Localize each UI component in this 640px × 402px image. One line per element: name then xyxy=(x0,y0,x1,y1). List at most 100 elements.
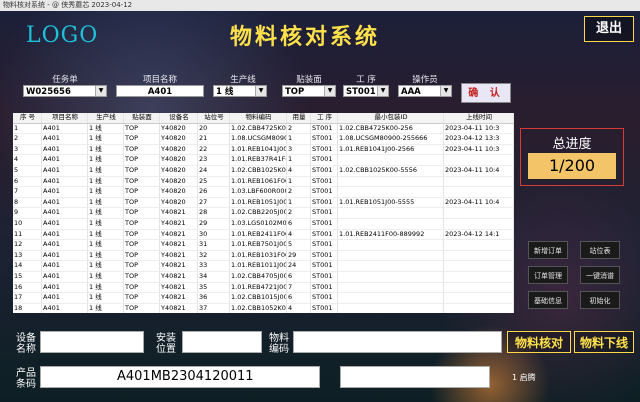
table-cell: 1.01.REB2411F00-889992 xyxy=(338,229,444,240)
table-cell: TOP xyxy=(124,229,160,240)
table-row[interactable]: 1 A401 1 线 TOP Y40820 20 1.02.CBB4725K00 2 ST001… xyxy=(13,123,514,135)
table-cell: ST001 xyxy=(311,165,338,176)
table-cell: 1 线 xyxy=(88,123,124,134)
product-code-input[interactable]: A401MB2304120011 xyxy=(40,366,320,388)
table-row[interactable]: 9 A401 1 线 TOP Y40821 28 1.02.CBB2205J00 2 ST001 xyxy=(13,208,514,219)
table-cell: ST001 xyxy=(311,187,338,197)
one-key-clear-button[interactable]: 一键消谱 xyxy=(580,266,620,284)
table-cell: 34 xyxy=(198,271,230,282)
line-select[interactable]: 1 线 ▼ xyxy=(213,85,267,97)
table-cell: 1 xyxy=(13,123,42,134)
table-cell: 1.03.LGS0102M00 xyxy=(231,218,287,229)
column-header[interactable]: 最小包装ID xyxy=(338,113,444,123)
table-cell: Y40821 xyxy=(160,282,198,293)
table-row[interactable]: 3 A401 1 线 TOP Y40820 22 1.01.REB1041J00 3 ST001… xyxy=(13,144,514,156)
table-cell: A401 xyxy=(42,197,88,208)
table-cell: 2023-04-11 10:4 xyxy=(444,165,514,176)
window-title: 物料核对系统 - @ 侠秀蘑芯 2023-04-12 xyxy=(3,1,133,9)
table-row[interactable]: 18 A401 1 线 TOP Y40821 37 1.02.CBB1052K00 4 ST00… xyxy=(13,303,514,313)
table-cell: 1 xyxy=(287,155,311,165)
table-cell: A401 xyxy=(42,208,88,218)
device-name-label: 设备 名称 xyxy=(16,333,36,355)
table-cell: Y40821 xyxy=(160,271,198,282)
table-row[interactable]: 4 A401 1 线 TOP Y40820 23 1.01.REB37R41F0 1 ST001 xyxy=(13,155,514,166)
table-cell: Y40820 xyxy=(160,176,198,187)
table-row[interactable]: 12 A401 1 线 TOP Y40821 31 1.01.REB7501J00 5 ST00… xyxy=(13,240,514,251)
table-row[interactable]: 6 A401 1 线 TOP Y40820 25 1.01.REB1061F00 1 ST001 xyxy=(13,176,514,188)
table-cell: 1 线 xyxy=(88,282,124,293)
table-row[interactable]: 16 A401 1 线 TOP Y40821 35 1.01.REB4721J00 7 ST00… xyxy=(13,282,514,294)
confirm-button[interactable]: 确 认 xyxy=(461,83,511,103)
table-cell: ST001 xyxy=(311,282,338,293)
table-row[interactable]: 10 A401 1 线 TOP Y40821 29 1.03.LGS0102M00 6 ST00… xyxy=(13,218,514,230)
basic-info-button[interactable]: 基础信息 xyxy=(528,291,568,309)
status-indicator: 1 启腾 xyxy=(512,373,536,382)
chevron-down-icon[interactable]: ▼ xyxy=(377,86,388,96)
table-cell: 1 xyxy=(287,176,311,187)
column-header[interactable]: 贴装面 xyxy=(124,113,160,123)
table-cell: 1.08.UCSGM80900 xyxy=(231,134,287,144)
material-code-input[interactable] xyxy=(293,331,502,353)
table-cell: 1 线 xyxy=(88,187,124,197)
table-cell: TOP xyxy=(124,218,160,229)
project-name-label: 项目名称 xyxy=(142,75,177,85)
table-cell: Y40820 xyxy=(160,197,198,208)
project-name-field: A401 xyxy=(116,85,204,97)
operator-select[interactable]: AAA ▼ xyxy=(398,85,452,97)
table-cell: A401 xyxy=(42,218,88,229)
table-cell: TOP xyxy=(124,208,160,218)
table-cell: 30 xyxy=(198,229,230,240)
station-table-button[interactable]: 站位表 xyxy=(580,241,620,259)
table-row[interactable]: 17 A401 1 线 TOP Y40821 36 1.02.CBB1015J00 6 ST00… xyxy=(13,293,514,304)
table-row[interactable]: 13 A401 1 线 TOP Y40821 32 1.01.REB1031F00 29 ST0… xyxy=(13,250,514,262)
column-header[interactable]: 生产线 xyxy=(88,113,124,123)
table-cell: Y40820 xyxy=(160,165,198,176)
exit-button[interactable]: 退出 xyxy=(584,16,634,42)
table-cell: 16 xyxy=(13,282,42,293)
new-order-button[interactable]: 新增订单 xyxy=(528,241,568,259)
order-manage-button[interactable]: 订单管理 xyxy=(528,266,568,284)
column-header[interactable]: 用量 xyxy=(287,113,311,123)
table-cell xyxy=(338,271,444,282)
mount-side-select[interactable]: TOP ▼ xyxy=(282,85,336,97)
column-header[interactable]: 项目名称 xyxy=(42,113,88,123)
column-header[interactable]: 上线时间 xyxy=(444,113,514,123)
table-row[interactable]: 11 A401 1 线 TOP Y40821 30 1.01.REB2411F00 4 ST00… xyxy=(13,229,514,241)
table-cell: 1.02.CBB4705J00 xyxy=(231,271,287,282)
column-header[interactable]: 序 号 xyxy=(13,113,42,123)
process-select[interactable]: ST001 ▼ xyxy=(343,85,389,97)
column-header[interactable]: 物料编码 xyxy=(230,113,287,123)
table-cell: 36 xyxy=(198,293,230,303)
material-table[interactable]: 序 号项目名称 生产线 贴装面 设备名 站位号 物料编码 用量工 序最小包装ID 上线时间 1… xyxy=(13,113,514,313)
material-unload-button[interactable]: 物料下线 xyxy=(574,331,634,353)
mount-side-value: TOP xyxy=(285,87,305,97)
table-cell: 4 xyxy=(287,303,311,313)
initialize-button[interactable]: 初始化 xyxy=(580,291,620,309)
chevron-down-icon[interactable]: ▼ xyxy=(324,86,335,96)
column-header[interactable]: 设备名 xyxy=(160,113,198,123)
table-cell: ST001 xyxy=(311,176,338,187)
table-cell: TOP xyxy=(124,155,160,165)
table-cell: 2 xyxy=(287,208,311,218)
table-cell xyxy=(444,250,514,261)
table-row[interactable]: 8 A401 1 线 TOP Y40820 27 1.01.REB1051J00 1 ST001… xyxy=(13,197,514,209)
table-row[interactable]: 14 A401 1 线 TOP Y40821 33 1.01.REB1011J00 24 ST0… xyxy=(13,261,514,272)
chevron-down-icon[interactable]: ▼ xyxy=(95,86,106,96)
column-header[interactable]: 站位号 xyxy=(198,113,230,123)
table-cell: ST001 xyxy=(311,229,338,240)
table-row[interactable]: 7 A401 1 线 TOP Y40820 26 1.03.LBF600R000 2 ST001 xyxy=(13,187,514,198)
table-cell: 1 线 xyxy=(88,261,124,271)
table-cell: TOP xyxy=(124,293,160,303)
chevron-down-icon[interactable]: ▼ xyxy=(440,86,451,96)
table-row[interactable]: 2 A401 1 线 TOP Y40820 21 1.08.UCSGM80900 1 ST001… xyxy=(13,134,514,145)
table-row[interactable]: 5 A401 1 线 TOP Y40820 24 1.02.CBB1025K00 4 ST001… xyxy=(13,165,514,177)
material-check-button[interactable]: 物料核对 xyxy=(507,331,571,353)
table-cell: A401 xyxy=(42,155,88,165)
chevron-down-icon[interactable]: ▼ xyxy=(255,86,266,96)
table-cell: ST001 xyxy=(311,208,338,218)
table-row[interactable]: 15 A401 1 线 TOP Y40821 34 1.02.CBB4705J00 6 ST00… xyxy=(13,271,514,283)
column-header[interactable]: 工 序 xyxy=(311,113,338,123)
task-order-select[interactable]: W025656 ▼ xyxy=(23,85,107,97)
window-titlebar: 物料核对系统 - @ 侠秀蘑芯 2023-04-12 xyxy=(0,0,640,11)
table-cell: 29 xyxy=(287,250,311,261)
